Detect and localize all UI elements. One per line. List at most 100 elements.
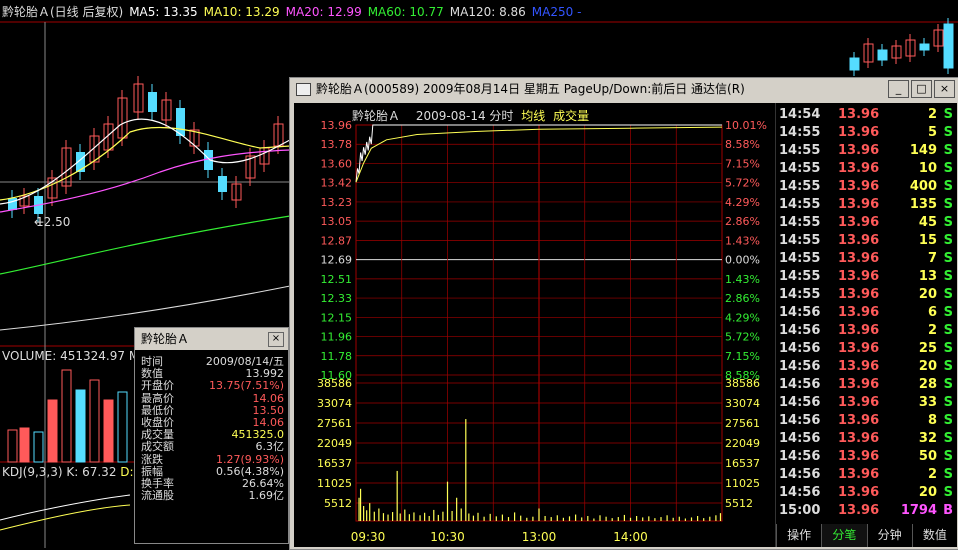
- tick-volume: 1794: [900, 503, 937, 518]
- tick-time: 14:55: [779, 215, 821, 230]
- volume-tick-label-right: 16537: [725, 457, 760, 470]
- tick-direction: S: [943, 233, 953, 248]
- price-tick-label: 13.42: [321, 177, 353, 190]
- tick-volume: 25: [918, 341, 937, 356]
- bottom-tabs: 操作 分笔 分钟 数值: [776, 524, 957, 547]
- percent-tick-label: 2.86%: [725, 292, 760, 305]
- intraday-chart[interactable]: 13.96 10.01% 13.78 8.58% 13.60 7.15% 13.42 5.72…: [294, 103, 776, 547]
- tick-row[interactable]: 14:56 13.96 32 S: [776, 430, 957, 448]
- minimize-button[interactable]: _: [888, 80, 909, 98]
- tick-volume: 5: [927, 125, 937, 140]
- tick-row[interactable]: 14:55 13.96 10 S: [776, 160, 957, 178]
- tick-volume: 2: [927, 323, 937, 338]
- candle-body: [148, 92, 157, 112]
- tick-row[interactable]: 14:56 13.96 2 S: [776, 466, 957, 484]
- tick-row[interactable]: 14:55 13.96 15 S: [776, 232, 957, 250]
- tick-row[interactable]: 14:56 13.96 8 S: [776, 412, 957, 430]
- tick-direction: S: [943, 143, 953, 158]
- price-tick-label: 12.51: [321, 273, 353, 286]
- tab-2[interactable]: 分钟: [866, 524, 912, 547]
- tick-direction: S: [943, 485, 953, 500]
- tick-direction: S: [943, 125, 953, 140]
- ma-legend-item: MA5: 13.35: [129, 5, 198, 19]
- tick-volume: 50: [918, 449, 937, 464]
- tick-row[interactable]: 14:55 13.96 400 S: [776, 178, 957, 196]
- tick-row[interactable]: 14:55 13.96 20 S: [776, 286, 957, 304]
- tick-price: 13.96: [838, 197, 880, 212]
- tick-direction: S: [943, 359, 953, 374]
- percent-tick-label: 1.43%: [725, 273, 760, 286]
- info-key: 流通股: [141, 489, 174, 503]
- tick-row[interactable]: 14:55 13.96 7 S: [776, 250, 957, 268]
- ma-legend-item: MA250 -: [531, 5, 582, 19]
- tick-volume: 28: [918, 377, 937, 392]
- tick-direction: S: [943, 449, 953, 464]
- info-value: 6.3亿: [255, 440, 285, 454]
- tick-direction: S: [943, 107, 953, 122]
- ma-legend-item: 黔轮胎Ａ(日线 后复权): [2, 5, 124, 19]
- tick-row[interactable]: 14:56 13.96 2 S: [776, 322, 957, 340]
- tick-list[interactable]: 14:54 13.96 2 S 14:55 13.96 5 S 14:55 13.96 149 S 14…: [776, 106, 957, 520]
- tick-price: 13.96: [838, 233, 880, 248]
- tick-row[interactable]: 14:56 13.96 28 S: [776, 376, 957, 394]
- price-tick-label: 13.78: [321, 138, 353, 151]
- tick-row[interactable]: 14:54 13.96 2 S: [776, 106, 957, 124]
- tick-row[interactable]: 14:55 13.96 45 S: [776, 214, 957, 232]
- tick-time: 14:56: [779, 305, 821, 320]
- volume-bar: [61, 369, 72, 463]
- volume-tick-label: 5512: [324, 497, 352, 510]
- tick-price: 13.96: [838, 287, 880, 302]
- volume-tick-label: 33074: [317, 397, 352, 410]
- candle-body: [919, 43, 930, 51]
- tick-row[interactable]: 14:56 13.96 20 S: [776, 484, 957, 502]
- volume-bar: [7, 429, 18, 463]
- intraday-window[interactable]: 黔轮胎Ａ(000589) 2009年08月14日 星期五 PageUp/Down…: [289, 77, 958, 550]
- right-candles-group: [849, 18, 954, 76]
- tick-direction: S: [943, 305, 953, 320]
- percent-tick-label: 2.86%: [725, 215, 760, 228]
- percent-tick-label: 10.01%: [725, 119, 767, 132]
- tick-volume: 7: [927, 251, 937, 266]
- info-panel-titlebar[interactable]: 黔轮胎Ａ ×: [135, 328, 288, 350]
- volume-line-label: 成交量: [553, 109, 590, 123]
- candle-body: [849, 57, 860, 71]
- tick-time: 14:56: [779, 431, 821, 446]
- percent-tick-label: 5.72%: [725, 331, 760, 344]
- close-button[interactable]: ×: [934, 80, 955, 98]
- volume-tick-label-right: 22049: [725, 437, 760, 450]
- tick-row[interactable]: 14:56 13.96 33 S: [776, 394, 957, 412]
- info-close-button[interactable]: ×: [268, 332, 284, 347]
- candle-body: [943, 23, 954, 69]
- tick-row[interactable]: 14:55 13.96 135 S: [776, 196, 957, 214]
- info-row: 涨跌 1.27(9.93%): [135, 453, 288, 466]
- ma-legend-item: MA20: 12.99: [285, 5, 362, 19]
- tick-row[interactable]: 15:00 13.96 1794 B: [776, 502, 957, 520]
- info-key: 开盘价: [141, 379, 174, 393]
- price-tick-label: 13.05: [321, 215, 353, 228]
- percent-tick-label: 5.72%: [725, 177, 760, 190]
- tick-row[interactable]: 14:56 13.96 6 S: [776, 304, 957, 322]
- tick-time: 14:55: [779, 125, 821, 140]
- ma-legend-item: MA10: 13.29: [203, 5, 280, 19]
- tick-price: 13.96: [838, 251, 880, 266]
- window-titlebar[interactable]: 黔轮胎Ａ(000589) 2009年08月14日 星期五 PageUp/Down…: [290, 78, 958, 100]
- tick-row[interactable]: 14:56 13.96 50 S: [776, 448, 957, 466]
- tick-volume: 2: [927, 107, 937, 122]
- tick-direction: S: [943, 269, 953, 284]
- window-body: 13.96 10.01% 13.78 8.58% 13.60 7.15% 13.42 5.72…: [294, 103, 957, 547]
- maximize-button[interactable]: □: [911, 80, 932, 98]
- tick-row[interactable]: 14:56 13.96 25 S: [776, 340, 957, 358]
- tab-1[interactable]: 分笔: [821, 524, 867, 547]
- tick-row[interactable]: 14:55 13.96 13 S: [776, 268, 957, 286]
- tick-row[interactable]: 14:55 13.96 149 S: [776, 142, 957, 160]
- tick-row[interactable]: 14:56 13.96 20 S: [776, 358, 957, 376]
- tab-0[interactable]: 操作: [776, 524, 821, 547]
- volume-tick-label: 22049: [317, 437, 352, 450]
- tick-row[interactable]: 14:55 13.96 5 S: [776, 124, 957, 142]
- tab-3[interactable]: 数值: [911, 524, 957, 547]
- quote-info-panel[interactable]: 黔轮胎Ａ × 时间 2009/08/14/五 数值 13.992 开盘价 13.75(7.…: [134, 327, 289, 544]
- info-key: 最高价: [141, 391, 174, 405]
- info-value: 1.69亿: [248, 489, 285, 503]
- tick-volume: 135: [909, 197, 937, 212]
- price-tick-label: 13.23: [321, 196, 353, 209]
